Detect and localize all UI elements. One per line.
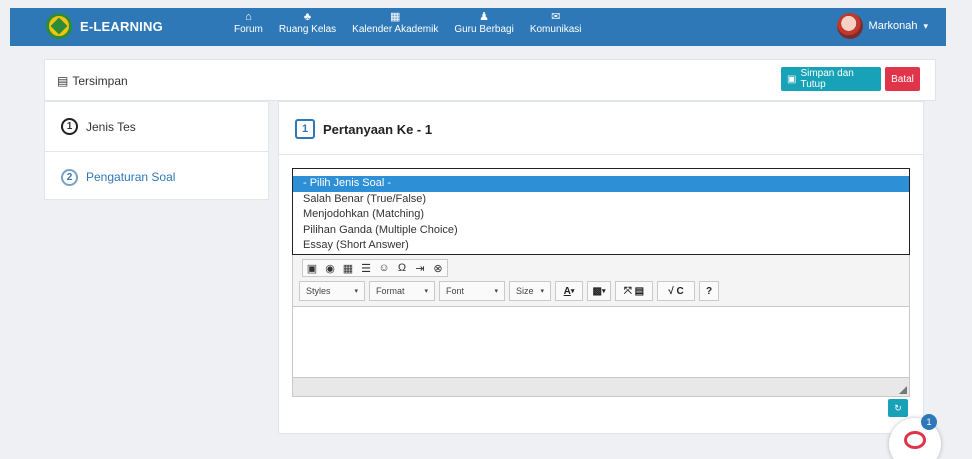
styles-label: Styles xyxy=(306,286,331,296)
logo-icon xyxy=(46,13,72,39)
step-jenis-tes[interactable]: 1 Jenis Tes xyxy=(45,102,268,152)
save-icon: ▤ xyxy=(57,74,69,88)
step-label: Pengaturan Soal xyxy=(86,170,176,184)
show-blocks-icon[interactable]: ▤ xyxy=(635,286,644,297)
steps-sidebar: 1 Jenis Tes 2 Pengaturan Soal xyxy=(44,101,269,200)
editor-toolbar-format: Styles ▾ Format ▾ Font ▾ Size ▾ A ▾ ▩ ▾ ⤧ ▤ √ … xyxy=(299,281,719,301)
font-select[interactable]: Font ▾ xyxy=(439,281,505,301)
chat-bubble-icon xyxy=(904,431,926,449)
math-group: √ C xyxy=(657,281,695,301)
question-title: 1 Pertanyaan Ke - 1 xyxy=(295,119,432,139)
question-number: 1 xyxy=(295,119,315,139)
cancel-button[interactable]: Batal xyxy=(885,67,920,91)
nav-label: Guru Berbagi xyxy=(454,24,514,35)
home-icon: ⌂ xyxy=(245,11,252,23)
nav-item-komunikasi[interactable]: ✉ Komunikasi xyxy=(528,11,584,35)
avatar xyxy=(836,13,863,39)
question-type-option[interactable]: Pilihan Ganda (Multiple Choice) xyxy=(293,223,909,239)
mail-icon: ✉ xyxy=(551,11,561,23)
format-label: Format xyxy=(376,286,405,296)
question-type-option[interactable]: Salah Benar (True/False) xyxy=(293,192,909,208)
user-name: Markonah xyxy=(868,20,918,32)
user-icon: ♟ xyxy=(479,11,490,23)
help-icon: ? xyxy=(705,285,713,297)
form-header: ▤ Tersimpan ▣ Simpan dan Tutup Batal xyxy=(44,59,936,101)
question-type-option[interactable]: Essay (Short Answer) xyxy=(293,238,909,254)
nav-label: Ruang Kelas xyxy=(278,24,337,35)
question-title-text: Pertanyaan Ke - 1 xyxy=(323,121,433,137)
horizontal-line-icon[interactable]: ☰ xyxy=(360,262,372,275)
saved-label: Tersimpan xyxy=(72,74,128,88)
styles-select[interactable]: Styles ▾ xyxy=(299,281,365,301)
chevron-down-icon: ▾ xyxy=(494,288,498,295)
nav-label: Komunikasi xyxy=(529,24,582,35)
question-type-option[interactable]: - Pilih Jenis Soal - xyxy=(293,176,909,192)
user-menu[interactable]: Markonah ▾ xyxy=(836,13,928,39)
chevron-down-icon: ▾ xyxy=(601,288,606,295)
reset-button[interactable]: ↻ xyxy=(888,399,908,417)
text-color-icon: A xyxy=(563,285,571,297)
nav-label: Kalender Akademik xyxy=(352,24,439,35)
editor-content-area[interactable] xyxy=(293,306,909,377)
divider xyxy=(279,154,923,155)
background-color-icon: ▩ xyxy=(592,285,602,297)
class-icon: ♣ xyxy=(303,11,312,23)
nav-item-kalender-akademik[interactable]: ▦ Kalender Akademik xyxy=(350,11,440,35)
page-break-icon[interactable]: ⇥ xyxy=(414,262,426,275)
question-panel: 1 Pertanyaan Ke - 1 ▣ ◉ ▦ ☰ ☺ Ω ⇥ ⊗ Styl… xyxy=(278,101,924,434)
step-number: 2 xyxy=(61,168,78,186)
step-number: 1 xyxy=(61,118,78,135)
table-icon[interactable]: ▦ xyxy=(342,262,354,275)
step-pengaturan-soal[interactable]: 2 Pengaturan Soal xyxy=(45,152,268,202)
step-label: Jenis Tes xyxy=(86,119,136,134)
nav-item-forum[interactable]: ⌂ Forum xyxy=(232,11,265,35)
nav-item-guru-berbagi[interactable]: ♟ Guru Berbagi xyxy=(452,11,515,35)
chevron-down-icon: ▾ xyxy=(570,288,575,295)
caret-down-icon: ▾ xyxy=(923,20,928,31)
editor-toolbar-insert: ▣ ◉ ▦ ☰ ☺ Ω ⇥ ⊗ xyxy=(302,259,448,277)
help-button[interactable]: ? xyxy=(699,281,719,301)
question-type-option[interactable]: Menjodohkan (Matching) xyxy=(293,207,909,223)
question-type-dropdown[interactable]: - Pilih Jenis Soal - Salah Benar (True/F… xyxy=(292,168,910,255)
size-label: Size xyxy=(516,286,534,296)
text-color-button[interactable]: A ▾ xyxy=(555,281,583,301)
size-select[interactable]: Size ▾ xyxy=(509,281,551,301)
maximize-icon[interactable]: ⤧ xyxy=(624,286,632,297)
nav-label: Forum xyxy=(234,24,263,35)
notification-badge: 1 xyxy=(921,414,937,430)
maximize-showblocks-group: ⤧ ▤ xyxy=(615,281,653,301)
brand[interactable]: E-LEARNING xyxy=(46,13,163,39)
main-nav: ⌂ Forum ♣ Ruang Kelas ▦ Kalender Akademi… xyxy=(232,11,584,35)
chevron-down-icon: ▾ xyxy=(354,288,358,295)
save-icon: ▣ xyxy=(787,73,797,85)
background-color-button[interactable]: ▩ ▾ xyxy=(587,281,611,301)
cancel-label: Batal xyxy=(891,73,914,85)
image-icon[interactable]: ▣ xyxy=(306,262,318,275)
format-select[interactable]: Format ▾ xyxy=(369,281,435,301)
iframe-icon[interactable]: ⊗ xyxy=(432,262,444,275)
brand-name: E-LEARNING xyxy=(80,18,163,34)
chevron-down-icon: ▾ xyxy=(424,288,428,295)
flash-icon[interactable]: ◉ xyxy=(324,262,336,275)
refresh-icon: ↻ xyxy=(894,402,902,413)
nav-item-ruang-kelas[interactable]: ♣ Ruang Kelas xyxy=(277,11,338,35)
top-navbar: E-LEARNING ⌂ Forum ♣ Ruang Kelas ▦ Kalen… xyxy=(10,8,946,46)
editor-status-bar xyxy=(293,377,909,396)
chevron-down-icon: ▾ xyxy=(540,288,544,295)
save-and-close-label: Simpan dan Tutup xyxy=(800,68,854,90)
sqrt-icon[interactable]: √ xyxy=(668,286,674,297)
font-label: Font xyxy=(446,286,465,296)
calendar-icon: ▦ xyxy=(390,11,401,23)
smiley-icon[interactable]: ☺ xyxy=(378,262,390,274)
rich-text-editor: ▣ ◉ ▦ ☰ ☺ Ω ⇥ ⊗ Styles ▾ Format ▾ Font ▾ Si… xyxy=(292,254,910,397)
save-and-close-button[interactable]: ▣ Simpan dan Tutup xyxy=(781,67,881,91)
saved-status: ▤ Tersimpan xyxy=(57,74,128,88)
resize-handle-icon[interactable] xyxy=(899,386,907,394)
special-char-icon[interactable]: Ω xyxy=(396,262,408,274)
formula-icon[interactable]: C xyxy=(677,286,684,297)
